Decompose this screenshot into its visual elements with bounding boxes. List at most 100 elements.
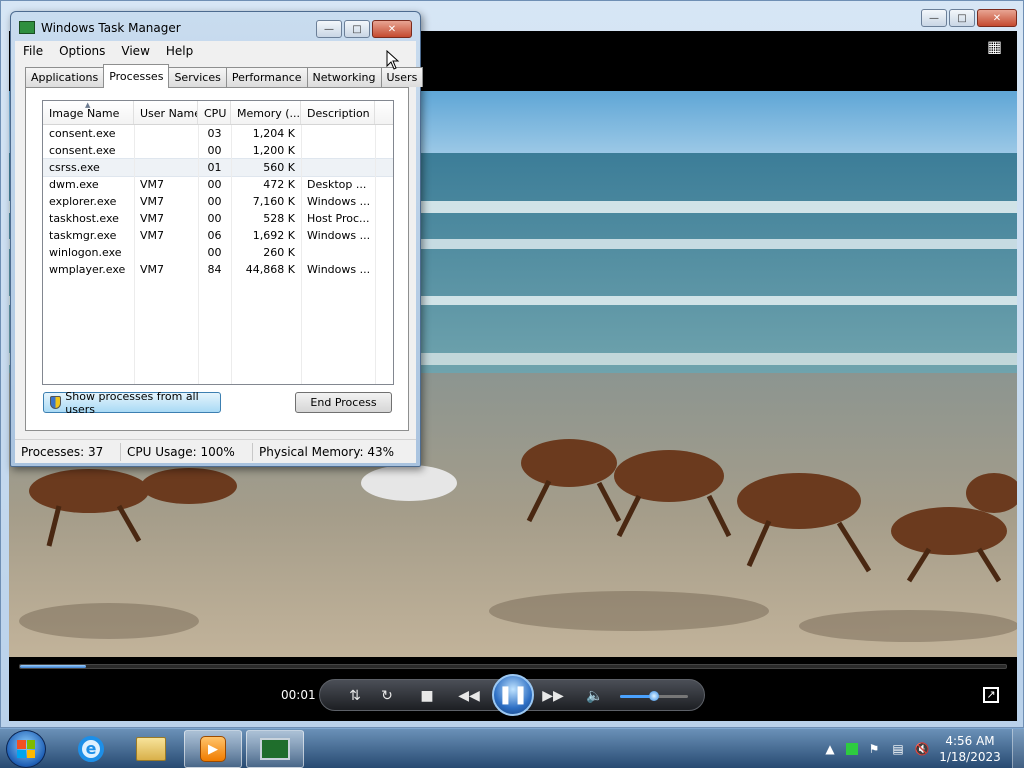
process-list[interactable]: ▲ Image Name User Name CPU Memory (... D…	[42, 100, 394, 385]
taskbar: e ▶ ▲ ⚑ ▤ 🔇 4:56 AM 1/18/2023	[0, 728, 1024, 768]
table-row[interactable]: winlogon.exe 00 260 K	[43, 244, 393, 261]
process-name: csrss.exe	[49, 161, 100, 174]
tab-performance[interactable]: Performance	[225, 67, 308, 87]
media-player-icon: ▶	[200, 736, 226, 762]
process-description	[301, 142, 375, 159]
table-row[interactable]: consent.exe 00 1,200 K	[43, 142, 393, 159]
show-hidden-icons-icon[interactable]: ▲	[822, 741, 838, 757]
column-divider	[198, 125, 199, 384]
taskbar-clock[interactable]: 4:56 AM 1/18/2023	[934, 733, 1006, 765]
status-physical-memory: Physical Memory: 43%	[259, 444, 395, 459]
maximize-icon[interactable]: □	[344, 20, 370, 38]
start-button[interactable]	[6, 730, 46, 768]
pause-button[interactable]: ❚❚	[492, 674, 534, 716]
process-user	[134, 159, 198, 176]
process-name: winlogon.exe	[49, 246, 122, 259]
tab-strip: Applications Processes Services Performa…	[25, 64, 424, 88]
process-memory: 1,200 K	[252, 144, 295, 157]
column-header-memory[interactable]: Memory (...	[231, 101, 301, 124]
process-description: Desktop ...	[307, 178, 367, 191]
shuffle-icon[interactable]: ⇅	[344, 685, 366, 707]
process-cpu: 06	[207, 229, 222, 242]
cpu-meter-icon[interactable]	[846, 743, 858, 755]
processes-panel: ▲ Image Name User Name CPU Memory (... D…	[25, 87, 409, 431]
table-row[interactable]: taskmgr.exe VM7 06 1,692 K Windows ...	[43, 227, 393, 244]
show-desktop-button[interactable]	[1012, 729, 1024, 768]
tab-services[interactable]: Services	[168, 67, 227, 87]
process-description: Host Proc...	[307, 212, 370, 225]
process-memory: 7,160 K	[252, 195, 295, 208]
show-all-users-button[interactable]: Show processes from all users	[43, 390, 221, 416]
task-manager-window: Windows Task Manager — □ ✕ File Options …	[10, 11, 424, 467]
elapsed-time: 00:01	[281, 688, 316, 702]
fullscreen-icon[interactable]: ↗	[983, 687, 999, 703]
minimize-icon[interactable]: —	[921, 9, 947, 27]
process-cpu: 00	[207, 246, 222, 259]
sort-ascending-icon: ▲	[85, 101, 91, 109]
menu-view[interactable]: View	[113, 44, 157, 58]
menu-options[interactable]: Options	[51, 44, 113, 58]
status-processes: Processes: 37	[15, 442, 121, 461]
minimize-icon[interactable]: —	[316, 20, 342, 38]
process-memory: 1,692 K	[252, 229, 295, 242]
seek-bar[interactable]	[19, 664, 1007, 669]
column-header-image-name[interactable]: ▲ Image Name	[43, 101, 134, 124]
internet-explorer-icon: e	[78, 736, 104, 762]
table-row-selected[interactable]: csrss.exe 01 560 K	[43, 158, 393, 177]
process-memory: 260 K	[263, 246, 295, 259]
process-user: VM7	[140, 195, 165, 208]
column-header-user-name[interactable]: User Name	[134, 101, 198, 124]
action-center-flag-icon[interactable]: ⚑	[866, 741, 882, 757]
volume-muted-icon[interactable]: 🔇	[914, 741, 930, 757]
clock-date: 1/18/2023	[939, 750, 1001, 764]
column-divider	[134, 125, 135, 384]
next-icon[interactable]: ▶▶	[542, 685, 564, 707]
process-name: taskmgr.exe	[49, 229, 117, 242]
process-user	[134, 142, 198, 159]
close-icon[interactable]: ✕	[372, 20, 412, 38]
stop-icon[interactable]: ■	[416, 685, 438, 707]
menu-file[interactable]: File	[15, 44, 51, 58]
menu-help[interactable]: Help	[158, 44, 201, 58]
close-icon[interactable]: ✕	[977, 9, 1017, 27]
previous-icon[interactable]: ◀◀	[458, 685, 480, 707]
column-divider	[231, 125, 232, 384]
table-row[interactable]: consent.exe 03 1,204 K	[43, 125, 393, 142]
table-row[interactable]: wmplayer.exe VM7 84 44,868 K Windows ...	[43, 261, 393, 278]
table-row[interactable]: dwm.exe VM7 00 472 K Desktop ...	[43, 176, 393, 193]
status-bar: Processes: 37 CPU Usage: 100% Physical M…	[15, 439, 416, 463]
taskbar-media-player[interactable]: ▶	[184, 730, 242, 768]
maximize-icon[interactable]: □	[949, 9, 975, 27]
process-user: VM7	[140, 263, 165, 276]
window-title: Windows Task Manager	[41, 21, 181, 35]
column-header-cpu[interactable]: CPU	[198, 101, 231, 124]
repeat-icon[interactable]: ↻	[376, 685, 398, 707]
volume-slider-knob[interactable]	[649, 691, 659, 701]
notification-area: ▲ ⚑ ▤ 🔇 4:56 AM 1/18/2023	[818, 729, 1024, 768]
switch-to-library-icon[interactable]: ▦	[987, 39, 1007, 55]
taskbar-task-manager[interactable]	[246, 730, 304, 768]
task-manager-body: Applications Processes Services Performa…	[15, 61, 424, 439]
process-cpu: 00	[207, 178, 222, 191]
tab-users[interactable]: Users	[380, 67, 424, 87]
process-user: VM7	[140, 178, 165, 191]
table-row[interactable]: explorer.exe VM7 00 7,160 K Windows ...	[43, 193, 393, 210]
network-icon[interactable]: ▤	[890, 741, 906, 757]
process-name: wmplayer.exe	[49, 263, 126, 276]
process-description	[301, 125, 375, 142]
mute-icon[interactable]: 🔈	[584, 685, 606, 707]
volume-slider[interactable]	[620, 691, 688, 701]
process-description	[301, 159, 375, 176]
end-process-button[interactable]: End Process	[295, 392, 392, 413]
table-row[interactable]: taskhost.exe VM7 00 528 K Host Proc...	[43, 210, 393, 227]
tab-networking[interactable]: Networking	[306, 67, 382, 87]
tab-applications[interactable]: Applications	[25, 67, 105, 87]
mouse-cursor-icon	[386, 50, 400, 70]
taskbar-internet-explorer[interactable]: e	[62, 730, 120, 768]
tab-processes[interactable]: Processes	[103, 64, 170, 88]
folder-icon	[136, 737, 166, 761]
column-header-description[interactable]: Description	[301, 101, 375, 124]
taskbar-windows-explorer[interactable]	[122, 730, 180, 768]
process-cpu: 00	[207, 144, 222, 157]
process-memory: 1,204 K	[252, 127, 295, 140]
